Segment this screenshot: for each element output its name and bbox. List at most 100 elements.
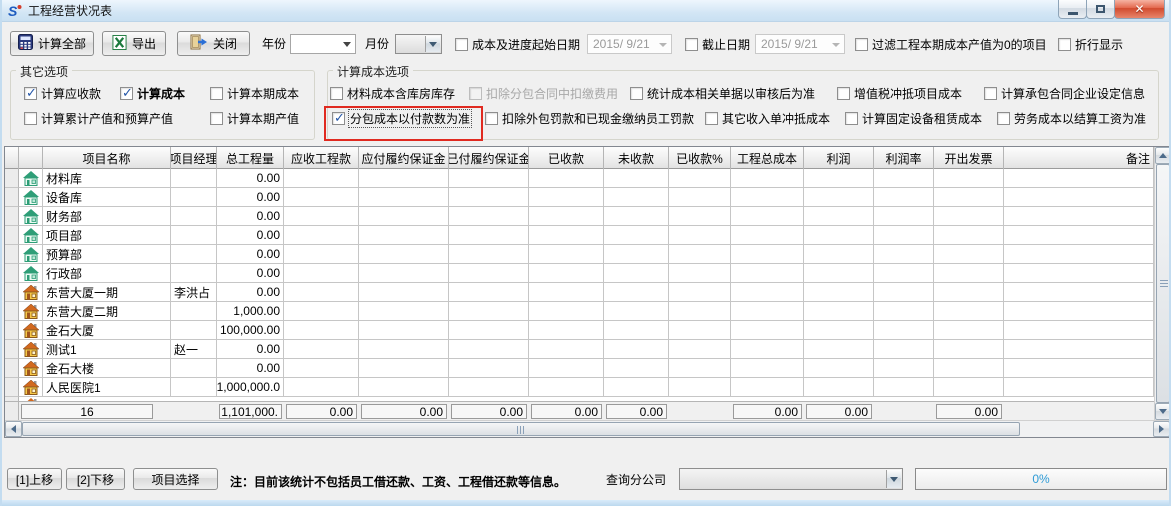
table-cell bbox=[874, 302, 934, 321]
table-cell bbox=[529, 245, 604, 264]
table-cell bbox=[449, 321, 529, 340]
project-name-cell: 金石大楼 bbox=[43, 359, 171, 378]
project-name-cell: 东营大厦一期 bbox=[43, 283, 171, 302]
table-row[interactable]: 设备库0.00 bbox=[5, 188, 1154, 207]
scroll-left-button[interactable] bbox=[5, 421, 22, 437]
column-header[interactable]: 备注 bbox=[1004, 147, 1154, 169]
column-header[interactable]: 项目名称 bbox=[43, 147, 171, 169]
close-button[interactable]: ✕ bbox=[1114, 0, 1165, 19]
start-date-field[interactable]: 2015/ 9/21 bbox=[587, 34, 672, 54]
table-row[interactable]: 预算部0.00 bbox=[5, 245, 1154, 264]
table-cell bbox=[604, 340, 669, 359]
maximize-button[interactable] bbox=[1086, 0, 1115, 19]
project-select-button[interactable]: 项目选择 bbox=[133, 468, 218, 490]
move-down-button[interactable]: [2]下移 bbox=[66, 468, 125, 490]
checkbox-other-income-offset[interactable]: 其它收入单冲抵成本 bbox=[705, 111, 830, 126]
table-cell bbox=[284, 188, 359, 207]
grip-icon bbox=[1160, 280, 1168, 288]
row-selector-cell bbox=[5, 226, 19, 245]
column-header[interactable]: 利润 bbox=[804, 147, 874, 169]
scroll-right-button[interactable] bbox=[1153, 421, 1170, 437]
checkbox-end-date[interactable]: 截止日期 bbox=[685, 37, 750, 52]
scroll-up-button[interactable] bbox=[1155, 147, 1171, 164]
month-combobox[interactable] bbox=[395, 34, 442, 54]
checkbox-icon bbox=[210, 87, 223, 100]
checkbox-icon bbox=[485, 112, 498, 125]
branch-combobox[interactable] bbox=[679, 468, 903, 490]
column-header[interactable]: 已收款 bbox=[529, 147, 604, 169]
table-cell bbox=[284, 359, 359, 378]
table-cell bbox=[359, 321, 449, 340]
table-cell bbox=[934, 302, 1004, 321]
column-header-blank[interactable] bbox=[5, 147, 19, 169]
calculate-all-button[interactable]: 计算全部 bbox=[10, 31, 94, 56]
vscroll-thumb[interactable] bbox=[1156, 164, 1170, 403]
year-combobox[interactable] bbox=[290, 34, 356, 54]
checkbox-stats-after-audit[interactable]: 统计成本相关单据以审核后为准 bbox=[630, 86, 815, 101]
manager-cell bbox=[171, 378, 217, 397]
minimize-button[interactable] bbox=[1058, 0, 1087, 19]
project-name-cell: 人民医院1 bbox=[43, 378, 171, 397]
column-header[interactable]: 已付履约保证金 bbox=[449, 147, 529, 169]
column-header-blank[interactable] bbox=[19, 147, 43, 169]
table-row[interactable]: 测试1赵一0.00 bbox=[5, 340, 1154, 359]
table-row[interactable]: 东营大厦一期李洪占0.00 bbox=[5, 283, 1154, 302]
table-cell bbox=[874, 359, 934, 378]
column-header[interactable]: 应付履约保证金 bbox=[359, 147, 449, 169]
move-up-button[interactable]: [1]上移 bbox=[7, 468, 62, 490]
table-row[interactable]: 金石大厦100,000.00 bbox=[5, 321, 1154, 340]
checkbox-calc-receivable[interactable]: 计算应收款 bbox=[24, 86, 101, 101]
chevron-down-icon bbox=[832, 43, 840, 47]
horizontal-scrollbar[interactable] bbox=[5, 420, 1170, 437]
export-button[interactable]: 导出 bbox=[102, 31, 166, 56]
total-quantity-cell: 0.00 bbox=[217, 226, 284, 245]
checkbox-wrap-display[interactable]: 折行显示 bbox=[1058, 37, 1123, 52]
column-header[interactable]: 项目经理 bbox=[171, 147, 217, 169]
table-row[interactable]: 项目部0.00 bbox=[5, 226, 1154, 245]
table-row[interactable]: 材料库0.00 bbox=[5, 169, 1154, 188]
column-header[interactable]: 开出发票 bbox=[934, 147, 1004, 169]
table-row[interactable]: 金石大楼0.00 bbox=[5, 359, 1154, 378]
close-window-button[interactable]: 关闭 bbox=[177, 31, 250, 56]
column-header[interactable]: 未收款 bbox=[604, 147, 669, 169]
checkbox-calc-cost[interactable]: 计算成本 bbox=[120, 86, 185, 101]
titlebar[interactable]: S 工程经营状况表 ✕ bbox=[2, 0, 1169, 22]
total-quantity-cell: 0.00 bbox=[217, 169, 284, 188]
table-cell bbox=[934, 359, 1004, 378]
table-cell bbox=[529, 302, 604, 321]
end-date-field[interactable]: 2015/ 9/21 bbox=[755, 34, 845, 54]
column-header[interactable]: 总工程量 bbox=[217, 147, 284, 169]
table-row[interactable]: 东营大厦二期1,000.00 bbox=[5, 302, 1154, 321]
checkbox-icon bbox=[984, 87, 997, 100]
app-window: S 工程经营状况表 ✕ 计算全部 导出 关闭 年份 月份 成本及进度起始日期 2… bbox=[0, 0, 1171, 506]
chevron-down-icon bbox=[343, 42, 351, 47]
progress-bar: 0% bbox=[915, 468, 1167, 490]
checkbox-fixed-equipment-rental[interactable]: 计算固定设备租赁成本 bbox=[845, 111, 982, 126]
checkbox-vat-offset-cost[interactable]: 增值税冲抵项目成本 bbox=[837, 86, 962, 101]
vertical-scrollbar[interactable] bbox=[1154, 147, 1170, 420]
checkbox-deduct-outsourcing-fines[interactable]: 扣除外包罚款和已现金缴纳员工罚款 bbox=[485, 111, 694, 126]
checkbox-calc-cumulative-output[interactable]: 计算累计产值和预算产值 bbox=[24, 111, 173, 126]
hscroll-thumb[interactable] bbox=[22, 422, 1020, 436]
column-header[interactable]: 已收款% bbox=[669, 147, 731, 169]
table-row[interactable]: 人民医院11,000,000.0 bbox=[5, 378, 1154, 397]
checkbox-label: 材料成本含库房库存 bbox=[347, 85, 455, 102]
table-row[interactable]: 行政部0.00 bbox=[5, 264, 1154, 283]
checkbox-material-warehouse[interactable]: 材料成本含库房库存 bbox=[330, 86, 455, 101]
checkbox-labor-by-settled-wages[interactable]: 劳务成本以结算工资为准 bbox=[997, 111, 1146, 126]
column-header[interactable]: 工程总成本 bbox=[731, 147, 804, 169]
table-cell bbox=[804, 359, 874, 378]
scroll-down-button[interactable] bbox=[1155, 403, 1171, 420]
checkbox-label: 折行显示 bbox=[1075, 36, 1123, 53]
checkbox-start-date[interactable]: 成本及进度起始日期 bbox=[455, 37, 580, 52]
checkbox-calc-period-output[interactable]: 计算本期产值 bbox=[210, 111, 299, 126]
checkbox-contract-enterprise-info[interactable]: 计算承包合同企业设定信息 bbox=[984, 86, 1145, 101]
column-header[interactable]: 利润率 bbox=[874, 147, 934, 169]
checkbox-calc-period-cost[interactable]: 计算本期成本 bbox=[210, 86, 299, 101]
manager-cell: 赵一 bbox=[171, 340, 217, 359]
checkbox-filter-zero[interactable]: 过滤工程本期成本产值为0的项目 bbox=[855, 37, 1047, 52]
table-cell bbox=[934, 169, 1004, 188]
table-row[interactable]: 财务部0.00 bbox=[5, 207, 1154, 226]
grip-icon bbox=[517, 426, 525, 434]
column-header[interactable]: 应收工程款 bbox=[284, 147, 359, 169]
